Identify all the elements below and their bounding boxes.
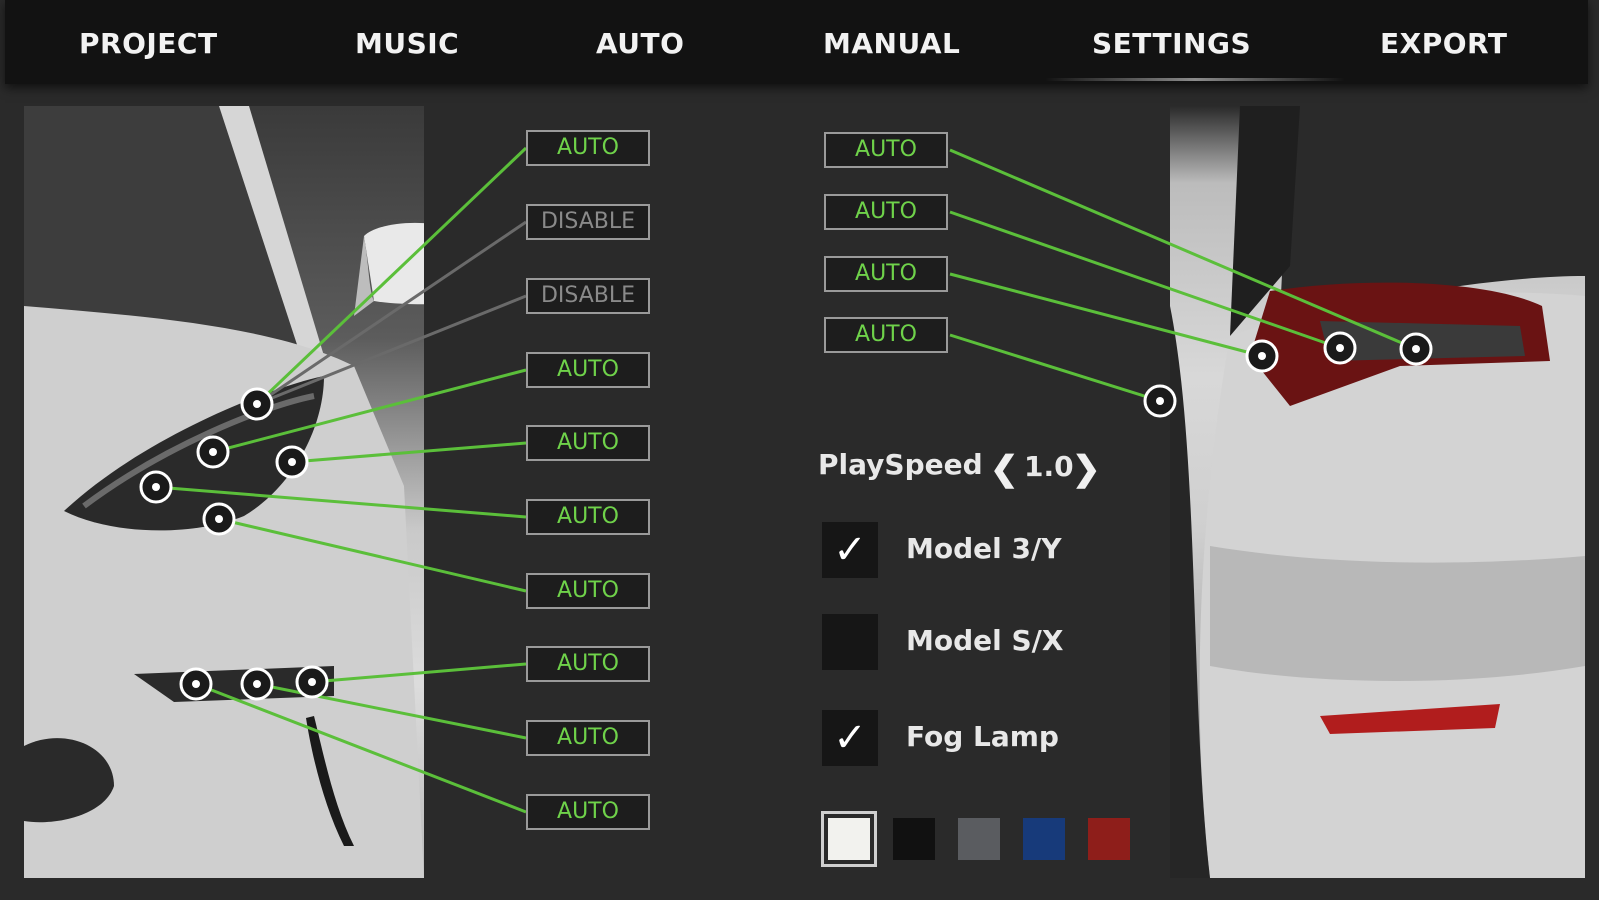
chevron-left-icon[interactable]: ❮ <box>990 452 1019 486</box>
swatch-black[interactable] <box>893 818 935 860</box>
front-channel-4-button[interactable]: AUTO <box>526 352 650 388</box>
light-node[interactable] <box>1245 339 1279 373</box>
front-channel-8-button[interactable]: AUTO <box>526 646 650 682</box>
foglamp-label: Fog Lamp <box>906 720 1059 753</box>
nav-manual[interactable]: MANUAL <box>823 22 960 66</box>
nav-export[interactable]: EXPORT <box>1380 22 1507 66</box>
swatch-gray[interactable] <box>958 818 1000 860</box>
front-channel-5-button[interactable]: AUTO <box>526 425 650 461</box>
connector-overlay <box>139 146 1433 814</box>
modelsx-checkbox[interactable] <box>822 614 878 670</box>
rear-channel-4-button[interactable]: AUTO <box>824 317 948 353</box>
rear-channel-2-button[interactable]: AUTO <box>824 194 948 230</box>
light-node[interactable] <box>240 387 274 421</box>
chevron-right-icon[interactable]: ❯ <box>1072 452 1101 486</box>
checkmark-icon: ✓ <box>833 528 867 572</box>
model3y-checkbox[interactable]: ✓ <box>822 522 878 578</box>
checkmark-icon: ✓ <box>833 716 867 760</box>
light-node[interactable] <box>275 445 309 479</box>
light-node[interactable] <box>1323 331 1357 365</box>
top-nav-bar: PROJECT MUSIC AUTO MANUAL SETTINGS EXPOR… <box>5 0 1588 84</box>
nav-active-indicator <box>1045 78 1345 81</box>
rear-channel-1-button[interactable]: AUTO <box>824 132 948 168</box>
rear-channel-3-button[interactable]: AUTO <box>824 256 948 292</box>
light-node[interactable] <box>1143 384 1177 418</box>
swatch-blue[interactable] <box>1023 818 1065 860</box>
front-channel-2-button[interactable]: DISABLE <box>526 204 650 240</box>
nav-project[interactable]: PROJECT <box>79 22 218 66</box>
light-node[interactable] <box>1399 332 1433 366</box>
swatch-red[interactable] <box>1088 818 1130 860</box>
foglamp-checkbox[interactable]: ✓ <box>822 710 878 766</box>
nav-settings[interactable]: SETTINGS <box>1092 22 1251 66</box>
front-channel-9-button[interactable]: AUTO <box>526 720 650 756</box>
light-node[interactable] <box>202 502 236 536</box>
light-node[interactable] <box>139 470 173 504</box>
front-channel-6-button[interactable]: AUTO <box>526 499 650 535</box>
playspeed-value: 1.0 <box>1024 450 1074 483</box>
swatch-white[interactable] <box>821 811 877 867</box>
light-mapping-stage <box>24 106 1585 878</box>
light-node[interactable] <box>295 665 329 699</box>
playspeed-label: PlaySpeed <box>818 448 983 481</box>
light-node[interactable] <box>196 435 230 469</box>
front-channel-3-button[interactable]: DISABLE <box>526 278 650 314</box>
front-channel-7-button[interactable]: AUTO <box>526 573 650 609</box>
nav-music[interactable]: MUSIC <box>355 22 459 66</box>
front-channel-10-button[interactable]: AUTO <box>526 794 650 830</box>
nav-auto[interactable]: AUTO <box>596 22 684 66</box>
light-node[interactable] <box>179 667 213 701</box>
front-channel-1-button[interactable]: AUTO <box>526 130 650 166</box>
light-nodes <box>139 331 1433 701</box>
modelsx-label: Model S/X <box>906 624 1064 657</box>
light-node[interactable] <box>240 667 274 701</box>
model3y-label: Model 3/Y <box>906 532 1062 565</box>
